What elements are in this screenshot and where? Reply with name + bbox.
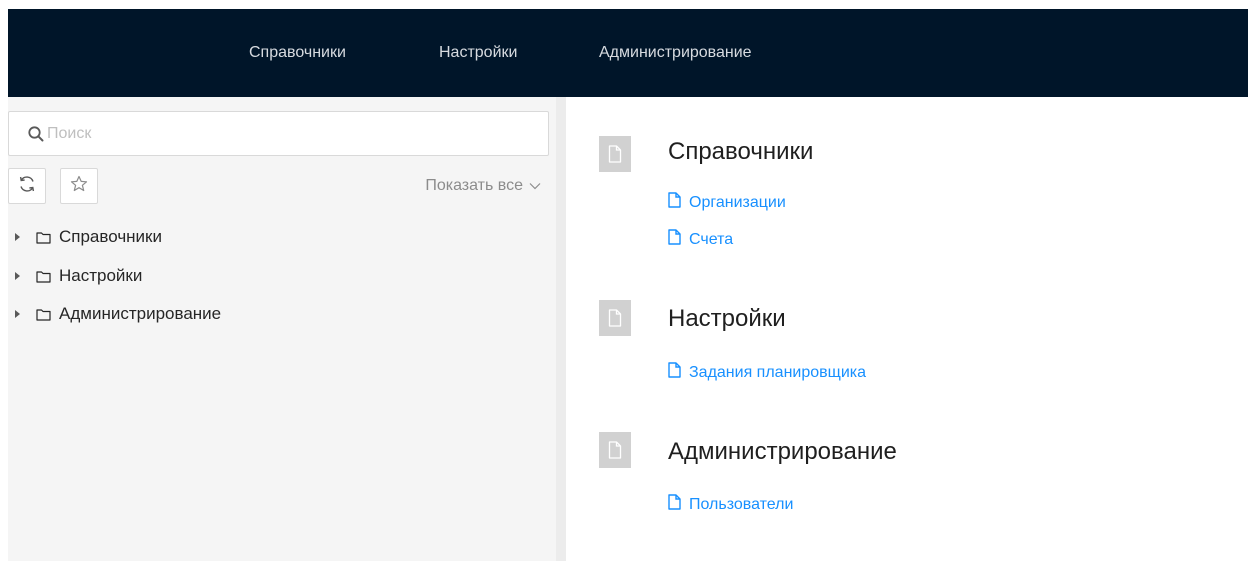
- chevron-down-icon: [529, 177, 541, 195]
- sidebar-divider: [556, 97, 566, 561]
- search-input[interactable]: [47, 122, 527, 146]
- app-window: Справочники Настройки Администрирование: [0, 0, 1248, 561]
- caret-right-icon[interactable]: [15, 233, 20, 241]
- file-icon: [599, 432, 631, 468]
- file-icon: [599, 136, 631, 172]
- link-users[interactable]: Пользователи: [668, 494, 793, 515]
- favorites-button[interactable]: [60, 168, 98, 204]
- file-icon: [668, 494, 681, 515]
- link-label: Пользователи: [689, 495, 794, 513]
- sidebar: Показать все Справочники: [8, 97, 556, 561]
- link-label: Счета: [689, 230, 734, 248]
- tree-node-label: Настройки: [59, 266, 143, 285]
- refresh-icon: [17, 174, 37, 199]
- search-box: [8, 111, 549, 156]
- link-organizations[interactable]: Организации: [668, 192, 786, 213]
- caret-right-icon[interactable]: [15, 310, 20, 318]
- link-accounts[interactable]: Счета: [668, 229, 733, 250]
- section-title-reference-books: Справочники: [668, 138, 814, 165]
- refresh-button[interactable]: [8, 168, 46, 204]
- tree-node-reference-books[interactable]: Справочники: [8, 224, 548, 250]
- folder-icon: [36, 308, 51, 321]
- folder-icon: [36, 270, 51, 283]
- nav-item-administration[interactable]: Администрирование: [599, 9, 752, 97]
- link-label: Организации: [689, 193, 786, 211]
- section-title-administration: Администрирование: [668, 438, 897, 465]
- show-all-label: Показать все: [425, 177, 523, 194]
- folder-icon: [36, 231, 51, 244]
- link-label: Задания планировщика: [689, 363, 866, 381]
- link-scheduler-tasks[interactable]: Задания планировщика: [668, 362, 866, 383]
- top-navbar: Справочники Настройки Администрирование: [8, 9, 1248, 97]
- caret-right-icon[interactable]: [15, 272, 20, 280]
- nav-item-reference-books[interactable]: Справочники: [249, 9, 346, 97]
- file-icon: [668, 362, 681, 383]
- file-icon: [668, 229, 681, 250]
- file-icon: [599, 300, 631, 336]
- tree-node-label: Справочники: [59, 227, 162, 246]
- show-all-dropdown[interactable]: Показать все: [425, 177, 541, 195]
- nav-item-settings[interactable]: Настройки: [439, 9, 517, 97]
- tree-node-administration[interactable]: Администрирование: [8, 301, 548, 327]
- tree-node-settings[interactable]: Настройки: [8, 263, 548, 289]
- search-icon: [27, 125, 45, 143]
- tree-node-label: Администрирование: [59, 304, 222, 323]
- section-title-settings: Настройки: [668, 305, 786, 332]
- file-icon: [668, 192, 681, 213]
- star-icon: [69, 174, 89, 199]
